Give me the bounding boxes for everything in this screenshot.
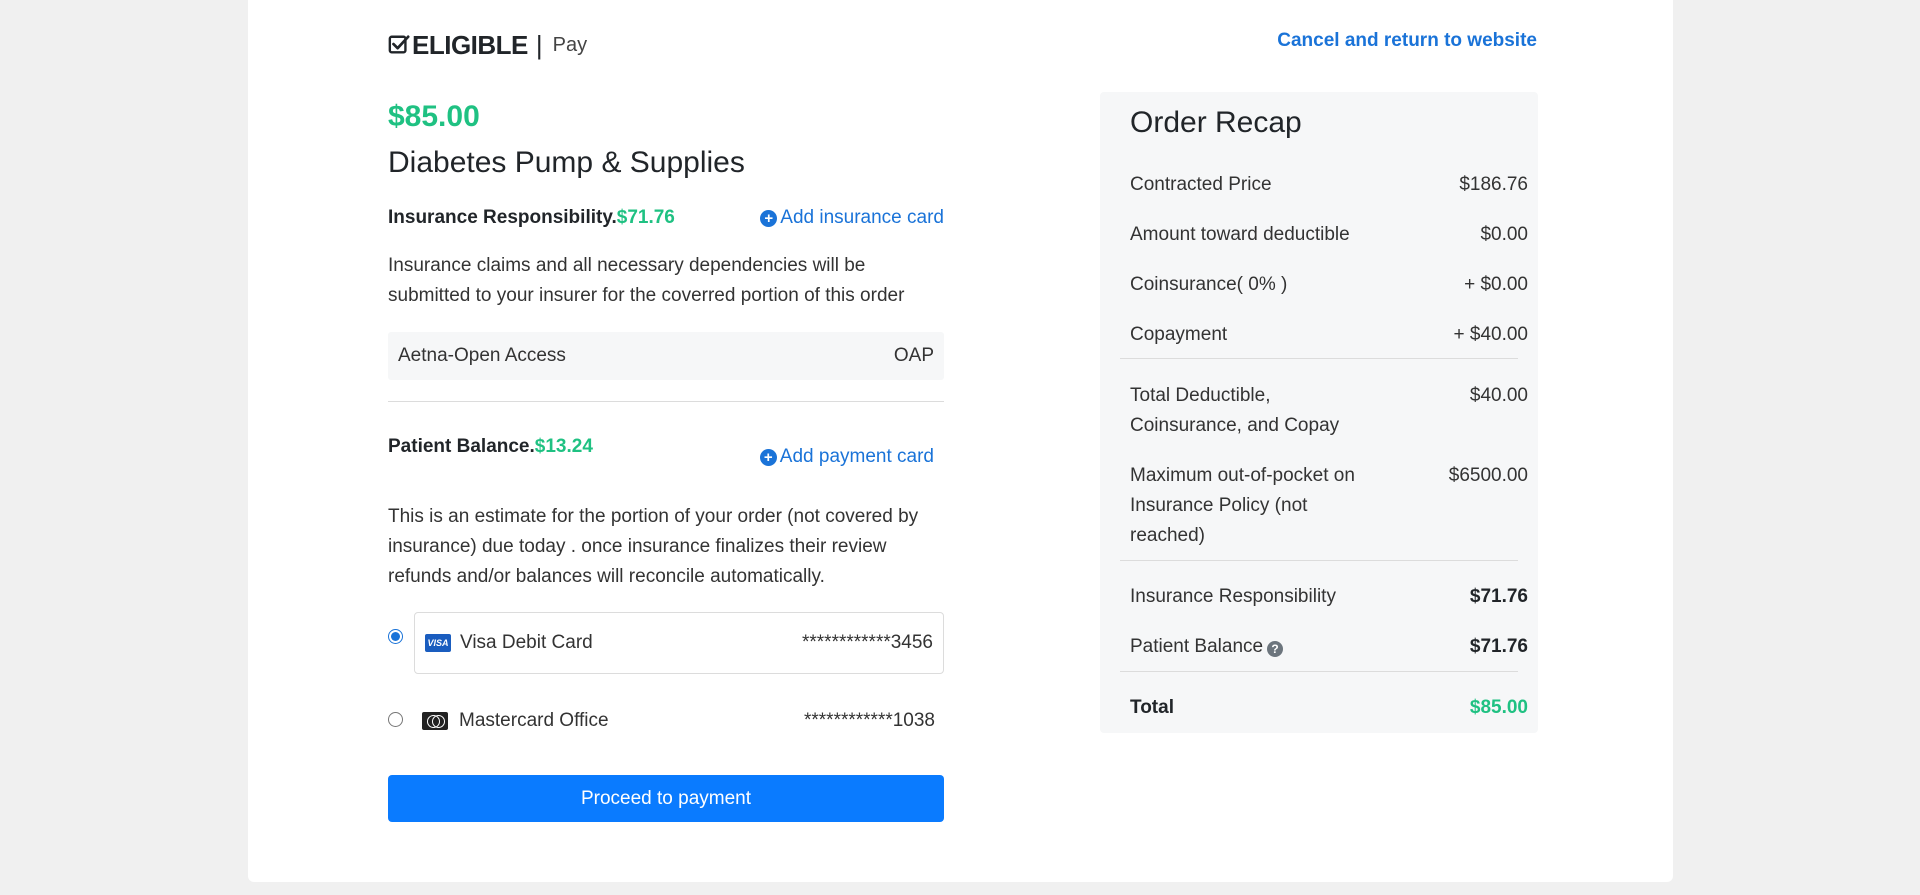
insurance-responsibility-amount: $71.76 [616, 207, 675, 228]
recap-row-label-wrap: Patient Balance? [1130, 632, 1284, 662]
recap-row-value: + $40.00 [1453, 324, 1529, 345]
brand-suffix: Pay [552, 33, 588, 56]
recap-row-value: $40.00 [1469, 385, 1528, 406]
section-divider [388, 401, 944, 402]
recap-row-label: Total Deductible, Coinsurance, and Copay [1130, 385, 1340, 436]
recap-total-value: $85.00 [1469, 697, 1528, 718]
brand-name: ELIGIBLE [412, 29, 528, 60]
question-circle-icon[interactable]: ? [1267, 641, 1284, 657]
product-name: Diabetes Pump & Supplies [388, 146, 745, 179]
recap-row-value: $6500.00 [1448, 465, 1528, 486]
add-payment-card-label: Add payment card [779, 446, 934, 467]
brand-separator: | [535, 29, 543, 60]
recap-row-label: Maximum out-of-pocket on Insurance Polic… [1130, 465, 1355, 546]
plus-circle-icon: + [760, 209, 778, 227]
recap-row-value: $186.76 [1459, 174, 1528, 195]
recap-row: Total Deductible, Coinsurance, and Copay… [1130, 381, 1528, 441]
add-insurance-card-link[interactable]: + Add insurance card [760, 207, 944, 229]
recap-row-value: $0.00 [1480, 224, 1528, 245]
brand-logo: ELIGIBLE | Pay [388, 28, 587, 62]
recap-row-value: + $0.00 [1464, 274, 1528, 295]
payment-method-mastercard[interactable]: Mastercard Office ************1038 [422, 700, 935, 742]
recap-row-label: Insurance Responsibility [1130, 586, 1336, 607]
patient-balance-heading: Patient Balance.$13.24 [388, 436, 593, 458]
recap-row: Insurance Responsibility $71.76 [1130, 582, 1528, 612]
order-recap-panel: Order Recap Contracted Price $186.76 Amo… [1100, 92, 1538, 733]
insurance-plan-name: Aetna-Open Access [398, 345, 566, 366]
payment-method-number: ************1038 [804, 710, 935, 731]
recap-divider [1120, 560, 1518, 561]
recap-row-label: Copayment [1130, 324, 1228, 345]
insurance-responsibility-heading: Insurance Responsibility.$71.76 [388, 207, 675, 229]
patient-balance-description: This is an estimate for the portion of y… [388, 506, 919, 587]
recap-row-label: Patient Balance [1130, 636, 1264, 657]
patient-balance-amount: $13.24 [534, 436, 593, 457]
recap-row-label: Contracted Price [1130, 174, 1272, 195]
payment-method-name: Mastercard Office [459, 710, 609, 731]
recap-row: Contracted Price $186.76 [1130, 170, 1528, 200]
add-payment-card-link[interactable]: + Add payment card [759, 446, 934, 468]
payment-method-name: Visa Debit Card [460, 632, 593, 653]
recap-divider [1120, 358, 1518, 359]
insurance-responsibility-row: Insurance Responsibility.$71.76 + Add in… [388, 204, 944, 232]
recap-divider [1120, 671, 1518, 672]
cancel-return-link[interactable]: Cancel and return to website [1277, 30, 1537, 52]
patient-balance-label: Patient Balance. [388, 436, 535, 457]
patient-balance-row: Patient Balance.$13.24 + Add payment car… [388, 436, 934, 486]
recap-row-label: Amount toward deductible [1130, 224, 1350, 245]
proceed-to-payment-button[interactable]: Proceed to payment [388, 775, 944, 822]
insurance-plan-code: OAP [893, 345, 934, 366]
recap-row-value: $71.76 [1469, 636, 1528, 657]
recap-total-row: Total $85.00 [1130, 693, 1528, 723]
payment-method-visa[interactable]: VISA Visa Debit Card ************3456 [414, 612, 944, 674]
order-recap-title: Order Recap [1130, 106, 1302, 139]
order-price: $85.00 [388, 100, 480, 133]
payment-method-radio-mastercard[interactable] [388, 712, 403, 727]
recap-row: Maximum out-of-pocket on Insurance Polic… [1130, 461, 1528, 551]
visa-card-icon: VISA [425, 634, 451, 652]
insurance-responsibility-label: Insurance Responsibility. [388, 207, 617, 228]
recap-row-value: $71.76 [1469, 586, 1528, 607]
recap-total-label: Total [1130, 697, 1174, 718]
recap-row: Coinsurance( 0% ) + $0.00 [1130, 270, 1528, 300]
recap-row: Patient Balance? $71.76 [1130, 632, 1528, 662]
insurance-plan-box: Aetna-Open Access OAP [388, 332, 944, 380]
mastercard-icon [422, 712, 448, 730]
recap-row: Copayment + $40.00 [1130, 320, 1528, 350]
payment-method-radio-visa[interactable] [388, 629, 403, 644]
insurance-description: Insurance claims and all necessary depen… [388, 255, 905, 306]
recap-row-label: Coinsurance( 0% ) [1130, 274, 1288, 295]
recap-row: Amount toward deductible $0.00 [1130, 220, 1528, 250]
add-insurance-card-label: Add insurance card [780, 207, 944, 228]
plus-circle-icon: + [759, 448, 777, 466]
checkbox-check-icon [388, 35, 410, 54]
payment-method-number: ************3456 [802, 632, 933, 653]
